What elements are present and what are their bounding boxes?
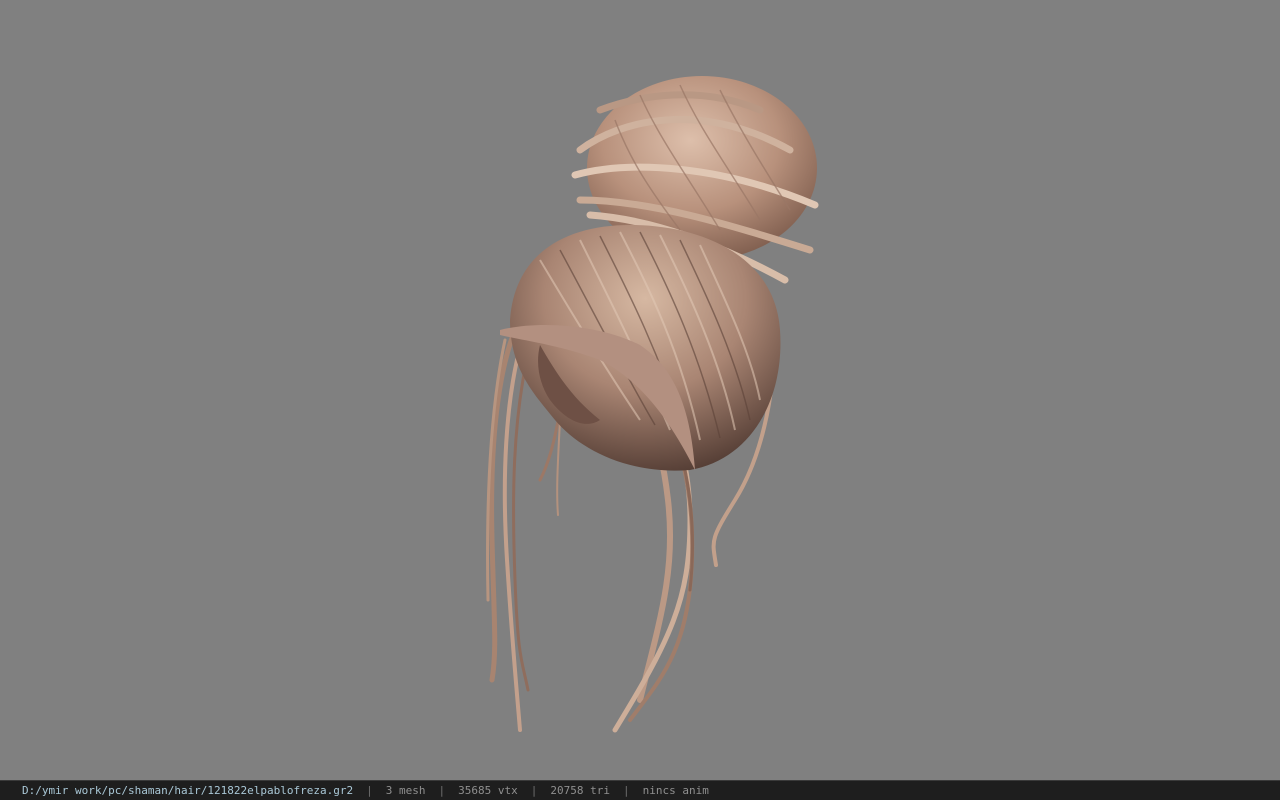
mesh-count-label: 3 mesh [385, 784, 426, 797]
vertex-count-label: 35685 vtx [458, 784, 518, 797]
3d-viewport[interactable] [0, 0, 1280, 780]
separator: | [530, 784, 538, 797]
status-bar: D:/ymir work/pc/shaman/hair/121822elpabl… [0, 780, 1280, 800]
file-path-label: D:/ymir work/pc/shaman/hair/121822elpabl… [22, 784, 354, 797]
hair-model[interactable] [0, 0, 1280, 780]
triangle-count-label: 20758 tri [550, 784, 610, 797]
main-bun [500, 225, 781, 471]
separator: | [622, 784, 630, 797]
separator: | [366, 784, 373, 797]
separator: | [438, 784, 446, 797]
animation-status-label: nincs anim [642, 784, 709, 797]
